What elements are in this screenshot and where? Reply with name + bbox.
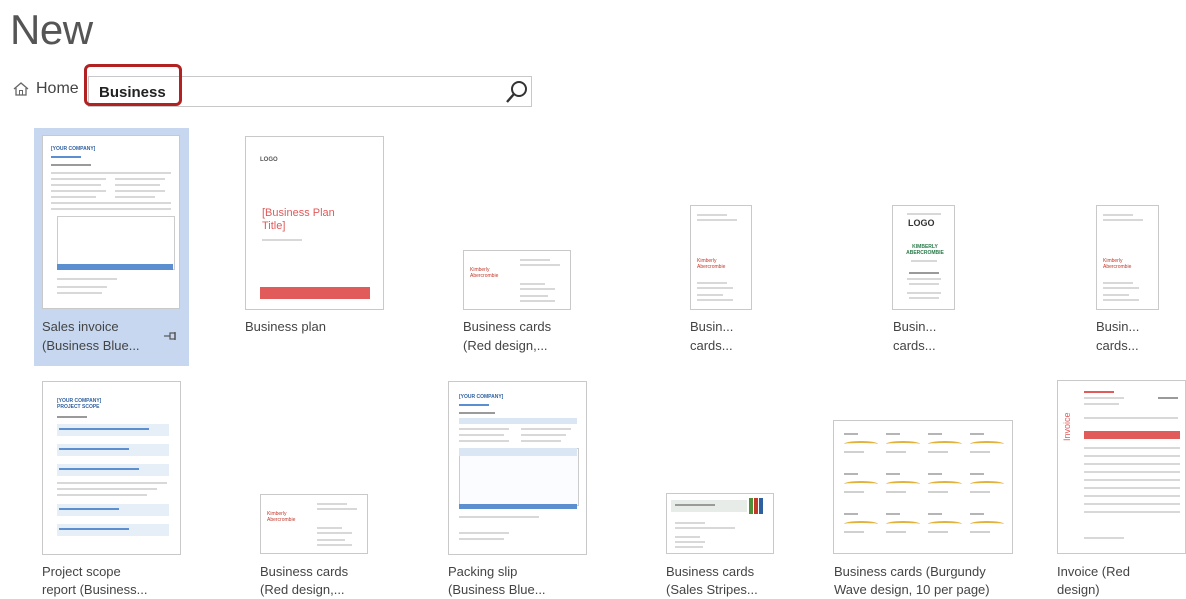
wave-stripe <box>844 441 878 447</box>
mini-card <box>928 513 942 515</box>
wave-stripe <box>928 521 962 527</box>
template-label-line2: cards... <box>1096 338 1139 353</box>
wave-stripe <box>844 521 878 527</box>
template-label-line1: Busin... <box>1096 319 1140 334</box>
mini-card <box>886 473 900 475</box>
template-label-line1: Busin... <box>893 319 937 334</box>
thumb-text: KIMBERLY ABERCROMBIE <box>906 244 944 256</box>
mini-line <box>970 531 990 533</box>
search-box <box>88 76 532 107</box>
mini-card <box>844 473 858 475</box>
mini-line <box>928 491 948 493</box>
thumb-text: Kimberly Abercrombie <box>1103 258 1132 270</box>
template-label-line1: Business cards <box>463 319 552 334</box>
template-thumbnail <box>666 493 774 554</box>
template-label-line2: (Red design,... <box>463 338 548 353</box>
mini-line <box>844 451 864 453</box>
template-thumbnail <box>833 420 1013 554</box>
search-input[interactable] <box>99 81 489 103</box>
mini-line <box>970 451 990 453</box>
wave-stripe <box>886 481 920 487</box>
thumb-text: Kimberly Abercrombie <box>697 258 726 270</box>
template-thumbnail: Kimberly Abercrombie <box>463 250 571 310</box>
wave-stripe <box>844 481 878 487</box>
template-label-line2: (Business Blue... <box>448 582 546 597</box>
wave-stripe <box>928 441 962 447</box>
template-label-line2: (Sales Stripes... <box>666 582 758 597</box>
thumb-text: LOGO <box>908 218 935 228</box>
template-label-line1: Business cards <box>666 564 755 579</box>
mini-line <box>928 451 948 453</box>
pin-icon <box>164 332 176 340</box>
template-label-line1: Busin... <box>690 319 734 334</box>
thumb-text: [Business Plan Title] <box>262 207 335 232</box>
template-label-line2: cards... <box>690 338 733 353</box>
mini-line <box>886 531 906 533</box>
template-label-line2: design) <box>1057 582 1100 597</box>
template-label-line2: Wave design, 10 per page) <box>834 582 990 597</box>
template-thumbnail: Kimberly Abercrombie <box>260 494 368 554</box>
mini-card <box>928 433 942 435</box>
template-label-line1: Packing slip <box>448 564 518 579</box>
mini-card <box>928 473 942 475</box>
pin-button[interactable] <box>164 329 178 344</box>
search-button[interactable] <box>501 78 531 106</box>
home-label: Home <box>36 80 79 97</box>
home-link[interactable]: Home <box>12 80 79 98</box>
thumb-text: Invoice <box>1062 412 1072 441</box>
mini-line <box>970 491 990 493</box>
search-icon <box>506 81 527 103</box>
page-title: New <box>10 6 93 53</box>
template-label-line1: Invoice (Red <box>1057 564 1130 579</box>
mini-card <box>844 433 858 435</box>
thumb-text: LOGO <box>260 157 278 163</box>
mini-card <box>886 433 900 435</box>
template-thumbnail: [YOUR COMPANY] <box>42 135 180 309</box>
wave-stripe <box>886 441 920 447</box>
mini-card <box>844 513 858 515</box>
mini-card <box>970 513 984 515</box>
thumb-text: Kimberly Abercrombie <box>470 267 499 279</box>
template-thumbnail: LOGO KIMBERLY ABERCROMBIE <box>892 205 955 310</box>
template-thumbnail: [YOUR COMPANY] PROJECT SCOPE <box>42 381 181 555</box>
wave-stripe <box>928 481 962 487</box>
thumb-text: [YOUR COMPANY] <box>459 394 504 400</box>
mini-card <box>970 433 984 435</box>
home-icon <box>13 82 29 96</box>
mini-line <box>844 491 864 493</box>
thumb-text: [YOUR COMPANY] PROJECT SCOPE <box>57 398 102 410</box>
template-label-line2: (Red design,... <box>260 582 345 597</box>
wave-stripe <box>970 481 1004 487</box>
template-label-line1: Business cards (Burgundy <box>834 564 986 579</box>
template-thumbnail: LOGO [Business Plan Title] <box>245 136 384 310</box>
template-label-line1: Business plan <box>245 319 326 334</box>
wave-stripe <box>970 521 1004 527</box>
mini-line <box>886 491 906 493</box>
mini-line <box>928 531 948 533</box>
thumb-text: Kimberly Abercrombie <box>267 511 296 523</box>
mini-line <box>844 531 864 533</box>
template-thumbnail: [YOUR COMPANY] <box>448 381 587 555</box>
mini-card <box>970 473 984 475</box>
template-thumbnail: Kimberly Abercrombie <box>690 205 752 310</box>
wave-stripe <box>886 521 920 527</box>
template-label-line1: Project scope <box>42 564 121 579</box>
template-label-line2: cards... <box>893 338 936 353</box>
template-label-line1: Sales invoice <box>42 319 119 334</box>
template-thumbnail: Kimberly Abercrombie <box>1096 205 1159 310</box>
mini-line <box>886 451 906 453</box>
template-label-line1: Business cards <box>260 564 349 579</box>
template-thumbnail: Invoice <box>1057 380 1186 554</box>
mini-card <box>886 513 900 515</box>
template-label-line2: (Business Blue... <box>42 338 140 353</box>
template-label-line2: report (Business... <box>42 582 148 597</box>
thumb-text: [YOUR COMPANY] <box>51 146 96 152</box>
wave-stripe <box>970 441 1004 447</box>
